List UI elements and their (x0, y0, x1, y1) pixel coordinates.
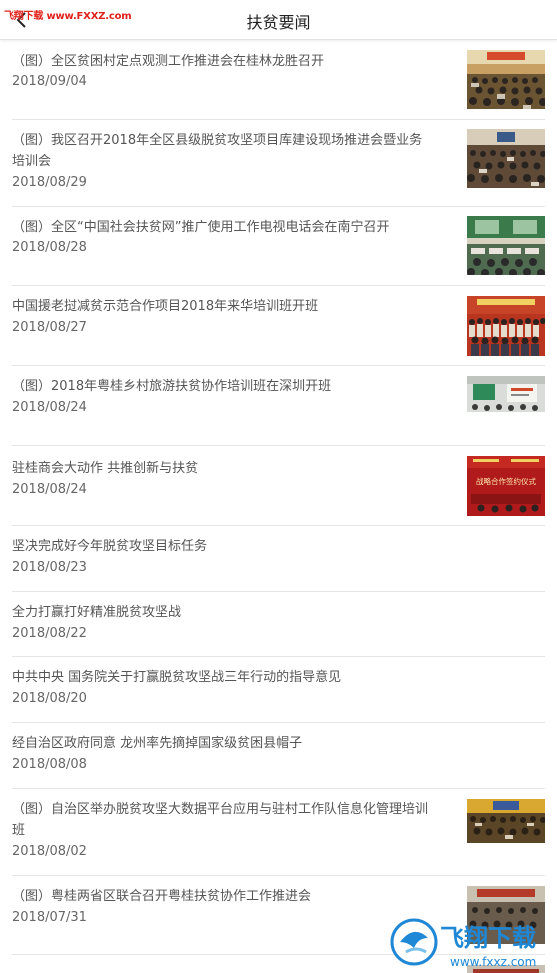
article-thumbnail[interactable]: 战略合作签约仪式 (467, 456, 545, 516)
article-date: 2018/08/08 (12, 757, 87, 772)
article-title[interactable]: 经自治区政府同意 龙州率先摘掉国家级贫困县帽子 (12, 733, 532, 754)
article-title[interactable]: 坚决完成好今年脱贫攻坚目标任务 (12, 536, 532, 557)
news-list: （图）全区贫困村定点观测工作推进会在桂林龙胜召开 2018/09/04 （图）我… (0, 41, 557, 973)
list-item[interactable]: 坚决完成好今年脱贫攻坚目标任务 2018/08/23 (12, 526, 545, 592)
article-date: 2018/08/02 (12, 844, 87, 859)
list-item[interactable]: （图）2018年粤桂乡村旅游扶贫协作培训班在深圳开班 2018/08/24 (12, 366, 545, 446)
article-thumbnail[interactable] (467, 50, 545, 109)
list-item[interactable]: （图）我区召开2018年全区县级脱贫攻坚项目库建设现场推进会暨业务培训会 201… (12, 120, 545, 207)
article-title[interactable]: （图）自治区举办脱贫攻坚大数据平台应用与驻村工作队信息化管理培训班 (12, 799, 432, 841)
watermark-brand: 飞翔下载 (440, 924, 536, 952)
article-title[interactable]: （图）全区“中国社会扶贫网”推广使用工作电视电话会在南宁召开 (12, 217, 432, 238)
article-date: 2018/08/22 (12, 626, 87, 641)
article-date: 2018/08/23 (12, 560, 87, 575)
article-title[interactable]: （图）全区贫困村定点观测工作推进会在桂林龙胜召开 (12, 51, 432, 72)
watermark-logo: 飞翔下载 www.fxxz.com (388, 912, 557, 973)
app-header: 飞翔下载 www.FXXZ.com 扶贫要闻 (0, 0, 557, 40)
list-item[interactable]: 中共中央 国务院关于打赢脱贫攻坚战三年行动的指导意见 2018/08/20 (12, 657, 545, 723)
article-title[interactable]: 中国援老挝减贫示范合作项目2018年来华培训班开班 (12, 296, 432, 317)
list-item[interactable]: 中国援老挝减贫示范合作项目2018年来华培训班开班 2018/08/27 (12, 286, 545, 366)
article-title[interactable]: （图）2018年粤桂乡村旅游扶贫协作培训班在深圳开班 (12, 376, 432, 397)
article-title[interactable]: 驻桂商会大动作 共推创新与扶贫 (12, 458, 432, 479)
thumb-banner-text: 战略合作签约仪式 (476, 476, 536, 486)
list-item[interactable]: （图）自治区举办脱贫攻坚大数据平台应用与驻村工作队信息化管理培训班 2018/0… (12, 789, 545, 876)
article-title[interactable]: 全力打赢打好精准脱贫攻坚战 (12, 602, 532, 623)
article-title[interactable]: （图）粤桂两省区联合召开粤桂扶贫协作工作推进会 (12, 886, 432, 907)
article-thumbnail[interactable] (467, 296, 545, 356)
article-date: 2018/08/24 (12, 400, 87, 415)
article-date: 2018/08/29 (12, 175, 87, 190)
list-item[interactable]: 驻桂商会大动作 共推创新与扶贫 2018/08/24 战略合作签约仪式 (12, 446, 545, 526)
article-date: 2018/08/20 (12, 691, 87, 706)
article-date: 2018/09/04 (12, 74, 87, 89)
article-thumbnail[interactable] (467, 799, 545, 843)
article-title[interactable]: （图）我区召开2018年全区县级脱贫攻坚项目库建设现场推进会暨业务培训会 (12, 130, 432, 172)
article-date: 2018/08/28 (12, 240, 87, 255)
list-item[interactable]: （图）全区“中国社会扶贫网”推广使用工作电视电话会在南宁召开 2018/08/2… (12, 207, 545, 286)
article-date: 2018/08/27 (12, 320, 87, 335)
article-thumbnail[interactable] (467, 129, 545, 188)
article-thumbnail[interactable] (467, 216, 545, 275)
list-item[interactable]: 全力打赢打好精准脱贫攻坚战 2018/08/22 (12, 592, 545, 657)
watermark-url: www.fxxz.com (450, 955, 536, 969)
article-date: 2018/07/31 (12, 910, 87, 925)
article-date: 2018/08/24 (12, 482, 87, 497)
article-thumbnail[interactable] (467, 376, 545, 412)
page-title: 扶贫要闻 (246, 13, 311, 32)
list-item[interactable]: 经自治区政府同意 龙州率先摘掉国家级贫困县帽子 2018/08/08 (12, 723, 545, 789)
article-title[interactable]: 中共中央 国务院关于打赢脱贫攻坚战三年行动的指导意见 (12, 667, 532, 688)
list-item[interactable]: （图）全区贫困村定点观测工作推进会在桂林龙胜召开 2018/09/04 (12, 41, 545, 120)
